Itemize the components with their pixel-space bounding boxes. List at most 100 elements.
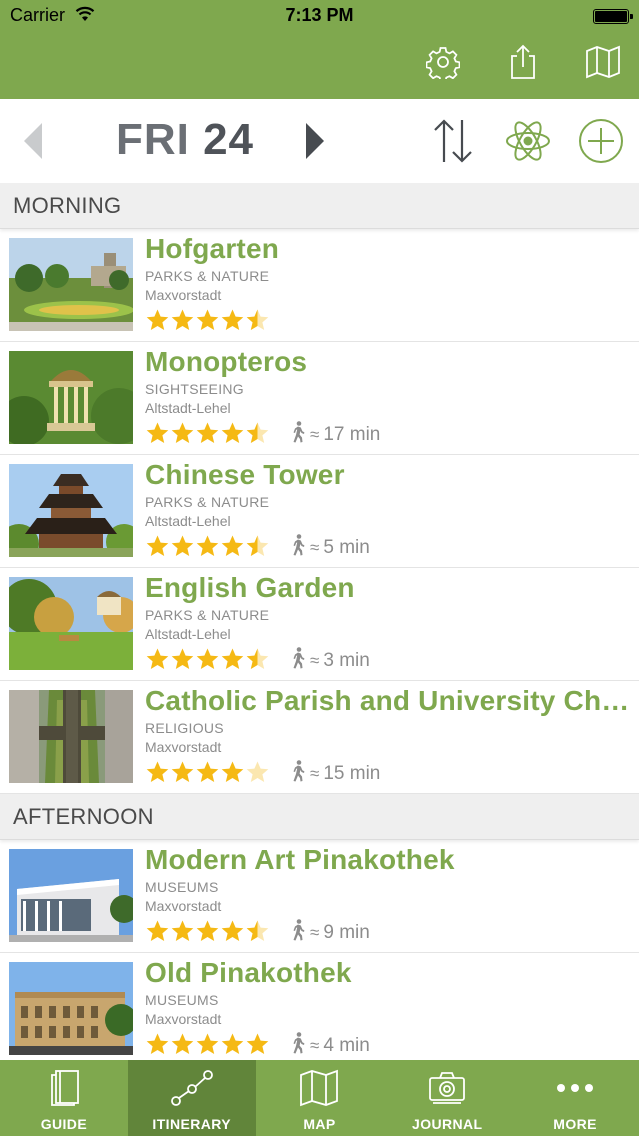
star-icon — [220, 308, 245, 333]
top-navigation-bar: Carrier 7:13 PM — [0, 0, 639, 99]
star-icon — [170, 421, 195, 446]
sort-icon[interactable] — [427, 115, 479, 167]
place-area: Altstadt-Lehel — [145, 513, 231, 529]
tab-journal[interactable]: JOURNAL — [383, 1060, 511, 1136]
star-icon — [245, 1032, 270, 1057]
star-icon — [195, 647, 220, 672]
star-icon — [195, 421, 220, 446]
star-icon — [245, 760, 270, 785]
place-category: MUSEUMS — [145, 992, 219, 1008]
walking-time-value: 15 min — [323, 763, 381, 784]
place-title: Chinese Tower — [145, 459, 345, 490]
map-icon[interactable] — [583, 42, 623, 82]
walking-time-value: 5 min — [323, 537, 370, 558]
place-category: PARKS & NATURE — [145, 607, 270, 623]
add-place-button[interactable] — [575, 115, 627, 167]
battery-icon — [593, 9, 633, 24]
star-icon — [145, 647, 170, 672]
star-icon — [145, 1032, 170, 1057]
itinerary-icon — [170, 1060, 214, 1110]
walking-icon — [290, 421, 306, 449]
tab-itinerary[interactable]: ITINERARY — [127, 1060, 256, 1136]
place-thumbnail — [9, 962, 133, 1055]
approx-symbol: ≈ — [310, 651, 320, 670]
star-icon — [145, 421, 170, 446]
map-icon — [299, 1060, 339, 1110]
rating-stars — [145, 647, 270, 673]
star-icon — [145, 919, 170, 944]
walking-icon — [290, 534, 306, 562]
place-thumbnail — [9, 577, 133, 670]
list-item[interactable]: Chinese Tower PARKS & NATURE Altstadt-Le… — [0, 455, 639, 568]
list-item[interactable]: Modern Art Pinakothek MUSEUMS Maxvorstad… — [0, 840, 639, 953]
rating-stars — [145, 760, 270, 786]
place-category: SIGHTSEEING — [145, 381, 244, 397]
star-icon — [145, 534, 170, 559]
tab-label: MORE — [553, 1116, 597, 1132]
walking-icon — [290, 1032, 306, 1060]
day-selector: FRI 24 — [0, 99, 639, 183]
star-icon — [245, 534, 270, 559]
atom-icon[interactable] — [502, 115, 554, 167]
tab-label: MAP — [303, 1116, 336, 1132]
walking-time-value: 4 min — [323, 1035, 370, 1056]
guide-icon — [47, 1060, 81, 1110]
place-category: MUSEUMS — [145, 879, 219, 895]
place-area: Maxvorstadt — [145, 739, 222, 755]
bottom-tab-bar: GUIDE ITINERARY MAP JOURNAL MORE — [0, 1060, 639, 1136]
rating-stars — [145, 421, 270, 447]
weekday-label: FRI — [115, 115, 190, 164]
star-icon — [220, 1032, 245, 1057]
share-icon[interactable] — [503, 42, 543, 82]
place-title: Hofgarten — [145, 233, 280, 264]
section-header-morning: MORNING — [0, 183, 639, 229]
star-icon — [145, 760, 170, 785]
place-area: Maxvorstadt — [145, 1011, 222, 1027]
list-item[interactable]: English Garden PARKS & NATURE Altstadt-L… — [0, 568, 639, 681]
place-thumbnail — [9, 351, 133, 444]
star-icon — [220, 534, 245, 559]
star-icon — [170, 760, 195, 785]
star-icon — [220, 760, 245, 785]
star-icon — [245, 919, 270, 944]
rating-stars — [145, 534, 270, 560]
approx-symbol: ≈ — [310, 764, 320, 783]
place-thumbnail — [9, 238, 133, 331]
rating-stars — [145, 1032, 270, 1058]
gear-icon[interactable] — [423, 42, 463, 82]
walking-time: ≈ 17 min — [290, 421, 381, 449]
star-icon — [245, 308, 270, 333]
star-icon — [220, 647, 245, 672]
tab-more[interactable]: MORE — [511, 1060, 639, 1136]
walking-time-value: 9 min — [323, 922, 370, 943]
list-item[interactable]: Monopteros SIGHTSEEING Altstadt-Lehel ≈ … — [0, 342, 639, 455]
list-item[interactable]: Hofgarten PARKS & NATURE Maxvorstadt — [0, 229, 639, 342]
place-thumbnail — [9, 464, 133, 557]
list-item[interactable]: Catholic Parish and University Church St… — [0, 681, 639, 794]
place-area: Maxvorstadt — [145, 287, 222, 303]
walking-time-value: 17 min — [323, 424, 381, 445]
tab-guide[interactable]: GUIDE — [0, 1060, 128, 1136]
next-day-button[interactable] — [300, 121, 330, 161]
status-time: 7:13 PM — [285, 5, 354, 25]
more-icon — [555, 1060, 595, 1110]
walking-icon — [290, 760, 306, 788]
tab-map[interactable]: MAP — [256, 1060, 384, 1136]
star-icon — [220, 421, 245, 446]
itinerary-list[interactable]: MORNING Hofgarten PARKS & NATURE Maxvors… — [0, 183, 639, 1060]
previous-day-button[interactable] — [20, 121, 50, 161]
star-icon — [220, 919, 245, 944]
star-icon — [195, 308, 220, 333]
place-title: English Garden — [145, 572, 355, 603]
day-number-label: 24 — [203, 115, 255, 164]
walking-time: ≈ 5 min — [290, 534, 370, 562]
list-item[interactable]: Old Pinakothek MUSEUMS Maxvorstadt ≈ 4 m… — [0, 953, 639, 1060]
approx-symbol: ≈ — [310, 538, 320, 557]
place-area: Maxvorstadt — [145, 898, 222, 914]
approx-symbol: ≈ — [310, 923, 320, 942]
place-title: Old Pinakothek — [145, 957, 352, 988]
walking-time: ≈ 15 min — [290, 760, 381, 788]
section-header-afternoon: AFTERNOON — [0, 794, 639, 840]
star-icon — [195, 1032, 220, 1057]
tab-label: JOURNAL — [412, 1116, 483, 1132]
